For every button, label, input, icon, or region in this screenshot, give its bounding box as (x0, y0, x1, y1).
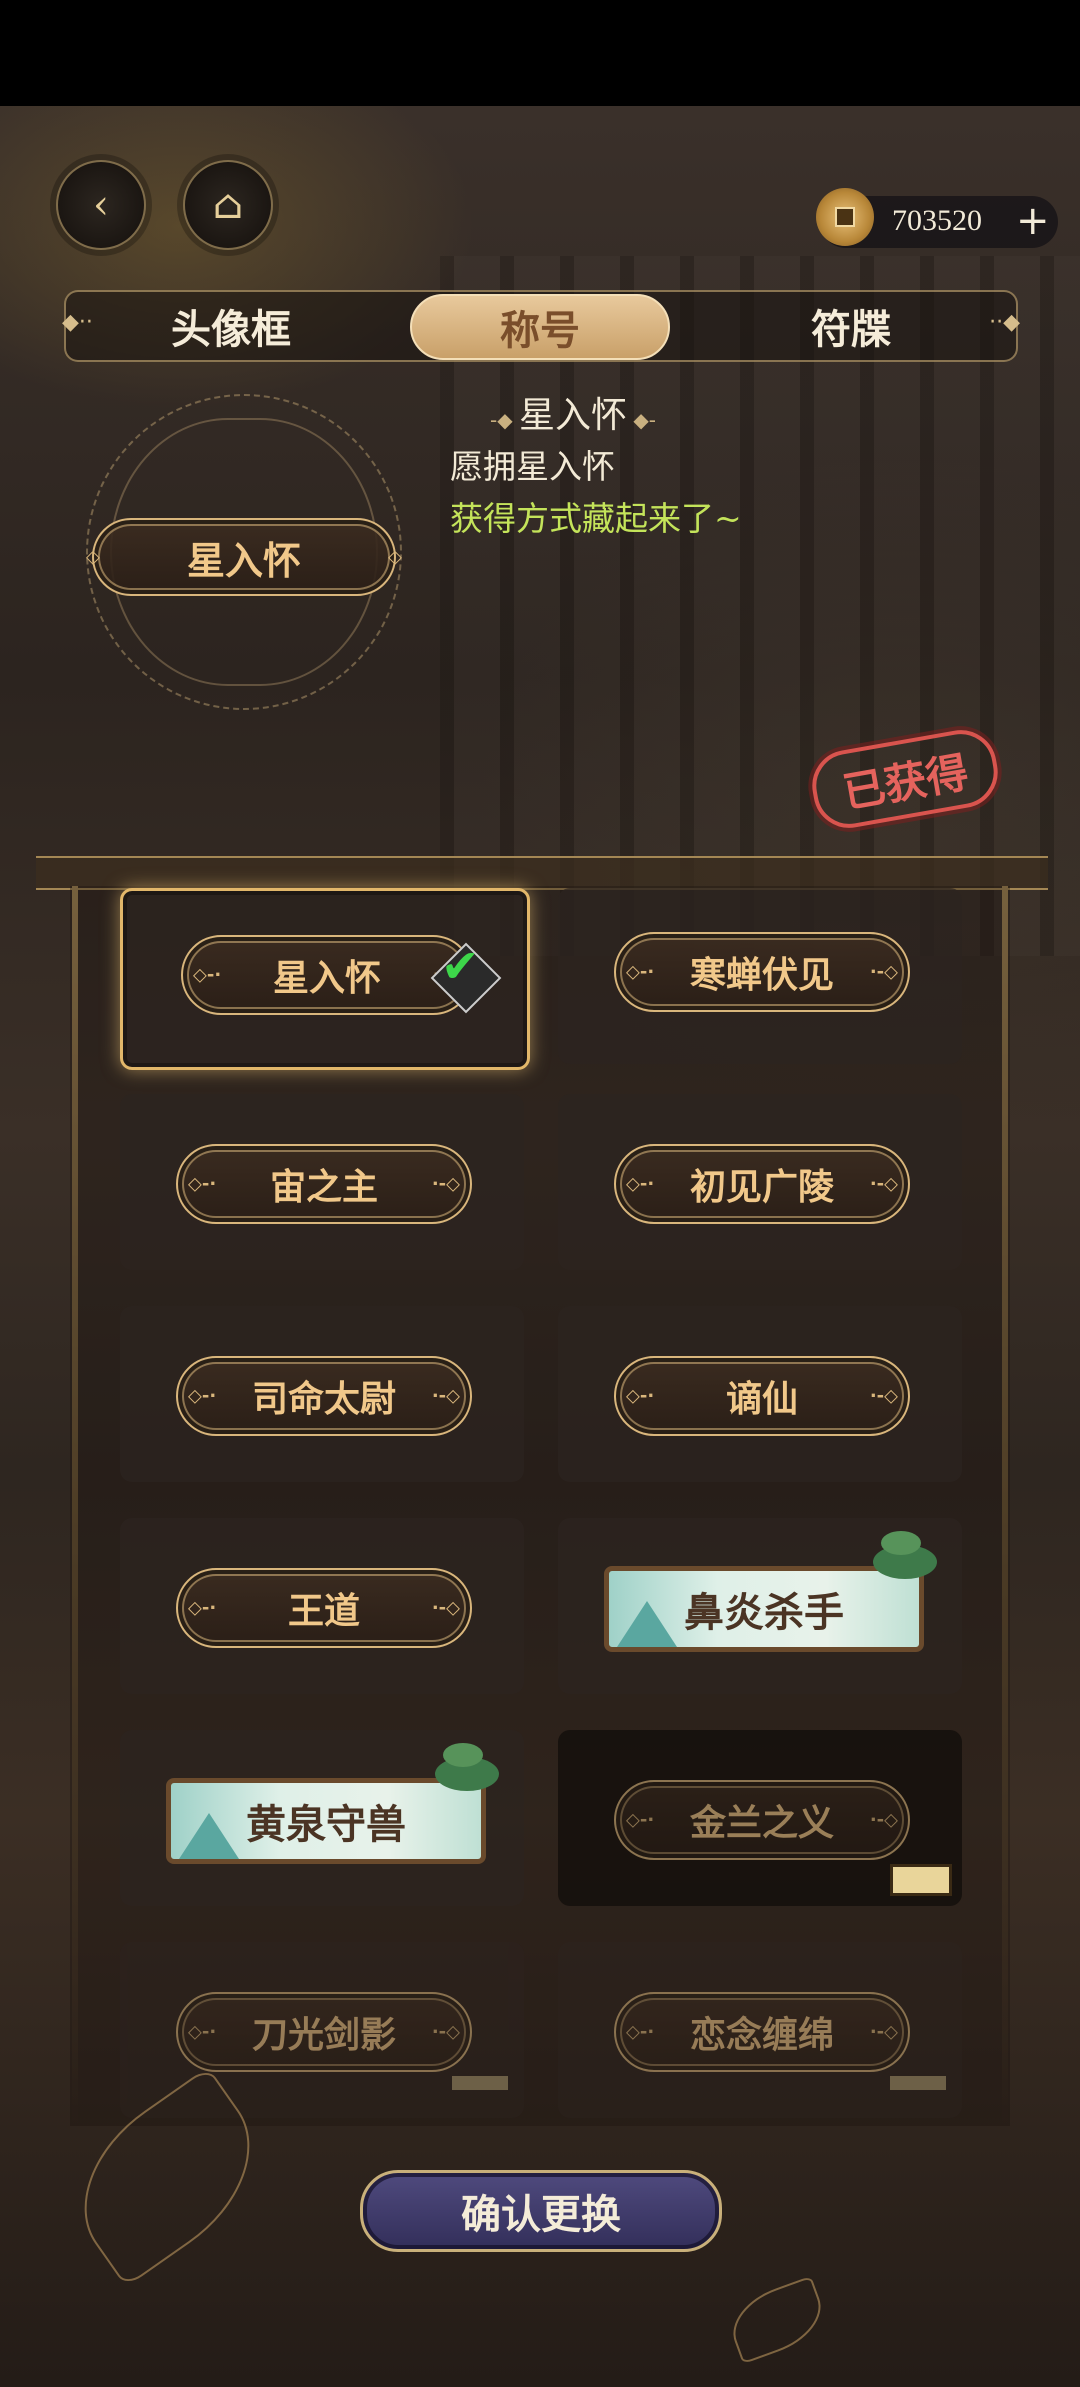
title-card-locked[interactable]: ◇-· 金兰之义 ·-◇ (558, 1730, 962, 1906)
title-label: 寒蝉伏见 (689, 954, 834, 996)
scroll-rod (36, 856, 1048, 890)
preview-title-plaque: ◇ 星入怀 ◇ (86, 518, 402, 596)
title-card[interactable]: ◇-· 宙之主 ·-◇ (120, 1094, 524, 1270)
tab-avatar-frame[interactable]: 头像框 (106, 292, 356, 360)
title-grid (70, 886, 1010, 2126)
title-label: 鼻炎杀手 (684, 1589, 844, 1636)
lock-bracket-icon (890, 1864, 952, 1896)
tab-ornament-right-icon: ··◆ (989, 310, 1020, 335)
status-bar (0, 0, 1080, 106)
add-currency-button[interactable]: + (1016, 198, 1050, 244)
title-card[interactable]: ◇-· 寒蝉伏见 ·-◇ (558, 888, 962, 1064)
title-plaque: ◇-· 初见广陵 ·-◇ (614, 1144, 910, 1224)
tab-talisman[interactable]: 符牒 (726, 292, 976, 360)
title-card[interactable]: 黄泉守兽 (120, 1730, 524, 1906)
copper-coin-icon (816, 188, 874, 246)
title-label: 谪仙 (725, 1378, 798, 1420)
title-plaque: ◇-· 寒蝉伏见 ·-◇ (614, 932, 910, 1012)
title-card[interactable]: ◇-· 王道 ·-◇ (120, 1518, 524, 1694)
title-card[interactable]: ◇-· 司命太尉 ·-◇ (120, 1306, 524, 1482)
lock-bracket-icon (890, 2076, 946, 2090)
title-label: 王道 (287, 1590, 360, 1632)
title-label: 宙之主 (269, 1166, 378, 1208)
title-plaque: ◇-· 谪仙 ·-◇ (614, 1356, 910, 1436)
title-plaque: ◇-· 恋念缠绵 ·-◇ (614, 1992, 910, 2072)
title-card[interactable]: ◇-· 初见广陵 ·-◇ (558, 1094, 962, 1270)
title-source: 获得方式藏起来了~ (450, 499, 742, 538)
home-button[interactable]: ⌂ (183, 160, 273, 250)
title-plaque: ◇-· 王道 ·-◇ (176, 1568, 472, 1648)
scenic-title-plaque: 黄泉守兽 (166, 1743, 499, 1864)
title-plaque: ◇-· 宙之主 ·-◇ (176, 1144, 472, 1224)
tab-ornament-left-icon: ◆·· (62, 310, 93, 335)
currency-display: 703520 + (816, 188, 1058, 248)
tab-title[interactable]: 称号 (410, 294, 670, 360)
confirm-change-button[interactable]: 确认更换 (360, 2170, 722, 2252)
title-label: 恋念缠绵 (689, 2014, 834, 2056)
title-card-locked[interactable]: ◇-· 恋念缠绵 ·-◇ (558, 1942, 962, 2118)
title-plaque: ◇-· 司命太尉 ·-◇ (176, 1356, 472, 1436)
title-label: 刀光剑影 (251, 2014, 396, 2056)
category-tabs: ◆·· 头像框 称号 符牒 ··◆ (62, 290, 1020, 362)
lock-bracket-icon (452, 2076, 508, 2090)
checkmark-icon: ✔ (441, 939, 480, 993)
title-card[interactable]: ◇-· 星入怀 ·-◇ ✔ (120, 888, 530, 1070)
title-card[interactable]: 鼻炎杀手 (558, 1518, 962, 1694)
scenic-title-plaque: 鼻炎杀手 (604, 1531, 937, 1652)
currency-amount: 703520 (892, 204, 982, 237)
title-label: 司命太尉 (251, 1378, 396, 1420)
title-label: 黄泉守兽 (246, 1801, 406, 1848)
back-button[interactable]: ‹ (56, 160, 146, 250)
mountain-icon (617, 1601, 677, 1647)
title-plaque: ◇-· 星入怀 ·-◇ (181, 935, 473, 1015)
title-label: 星入怀 (272, 957, 381, 999)
title-description: 愿拥星入怀 (450, 447, 615, 486)
title-label: 金兰之义 (689, 1802, 834, 1844)
mountain-icon (179, 1813, 239, 1859)
title-label: 初见广陵 (689, 1166, 834, 1208)
title-card[interactable]: ◇-· 谪仙 ·-◇ (558, 1306, 962, 1482)
title-plaque: ◇-· 刀光剑影 ·-◇ (176, 1992, 472, 2072)
back-arrow-icon: ‹ (93, 182, 109, 228)
title-plaque: ◇-· 金兰之义 ·-◇ (614, 1780, 910, 1860)
pavilion-icon: ⌂ (212, 182, 244, 228)
title-name: -◆ 星入怀 ◆- (490, 395, 656, 436)
